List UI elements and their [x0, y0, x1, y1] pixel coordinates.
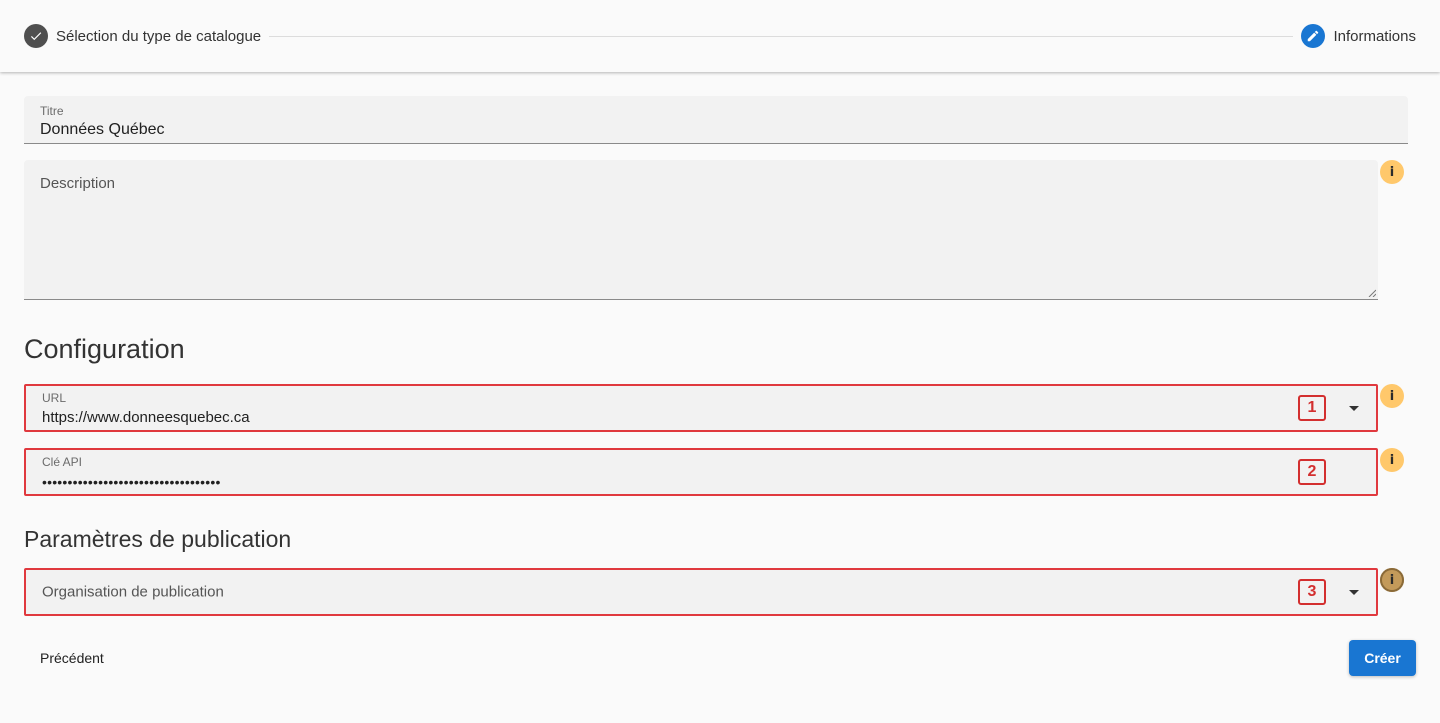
title-field-label: Titre	[40, 104, 64, 118]
step-informations[interactable]: Informations	[1301, 24, 1416, 48]
description-info-icon[interactable]: i	[1380, 160, 1404, 184]
stepper-header: Sélection du type de catalogue Informati…	[0, 0, 1440, 72]
api-key-value: •••••••••••••••••••••••••••••••••••	[42, 474, 221, 490]
create-button[interactable]: Créer	[1349, 640, 1416, 676]
organisation-select[interactable]: Organisation de publication 3	[24, 568, 1378, 616]
url-info-icon[interactable]: i	[1380, 384, 1404, 408]
organisation-placeholder: Organisation de publication	[42, 583, 224, 601]
annotation-badge-1: 1	[1298, 395, 1326, 421]
publication-heading: Paramètres de publication	[24, 526, 292, 552]
chevron-down-icon[interactable]	[1349, 406, 1359, 411]
description-placeholder: Description	[40, 175, 116, 192]
resize-handle-icon[interactable]	[1368, 289, 1376, 297]
title-field[interactable]: Titre Données Québec	[24, 96, 1408, 144]
step-connector	[269, 35, 1294, 37]
description-textarea[interactable]: Description	[24, 160, 1378, 300]
annotation-badge-3: 3	[1298, 579, 1326, 605]
chevron-down-icon[interactable]	[1349, 590, 1359, 595]
api-key-label: Clé API	[42, 455, 83, 469]
url-select[interactable]: URL https://www.donneesquebec.ca 1	[24, 384, 1378, 432]
api-key-info-icon[interactable]: i	[1380, 448, 1404, 472]
step-catalogue-type[interactable]: Sélection du type de catalogue	[24, 24, 261, 48]
url-label: URL	[42, 391, 67, 405]
edit-pencil-icon	[1301, 24, 1326, 48]
step-label: Sélection du type de catalogue	[56, 27, 262, 45]
organisation-info-icon[interactable]: i	[1380, 568, 1404, 592]
title-field-value: Données Québec	[40, 121, 165, 138]
configuration-heading: Configuration	[24, 334, 185, 364]
api-key-field[interactable]: Clé API ••••••••••••••••••••••••••••••••…	[24, 448, 1378, 496]
url-value: https://www.donneesquebec.ca	[42, 409, 250, 426]
step-label: Informations	[1333, 27, 1416, 45]
annotation-badge-2: 2	[1298, 459, 1326, 485]
check-icon	[24, 24, 48, 48]
previous-button[interactable]: Précédent	[24, 640, 120, 676]
